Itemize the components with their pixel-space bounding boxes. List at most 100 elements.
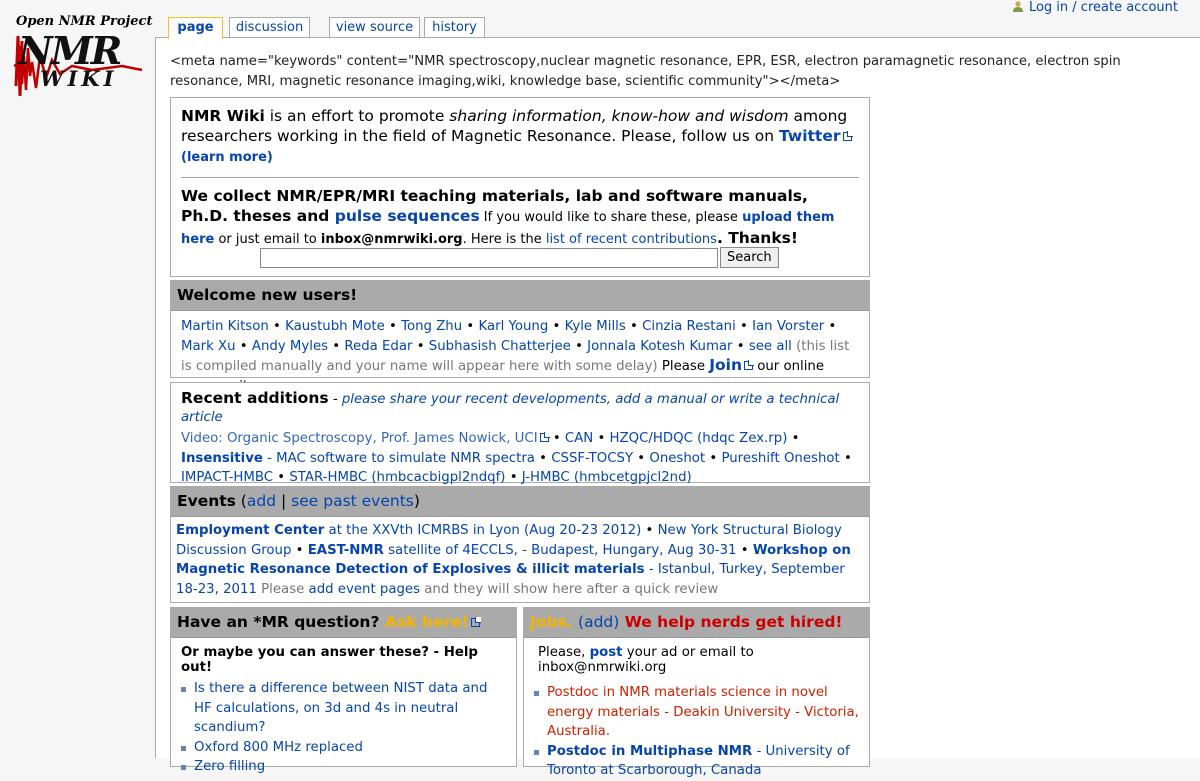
events-body: Employment Center at the XXVth ICMRBS in… (176, 523, 851, 597)
contributions-link[interactable]: list of recent contributions (546, 232, 717, 247)
cssf-tocsy-link[interactable]: CSSF-TOCSY (551, 451, 633, 466)
add-job-link[interactable]: (add) (578, 613, 619, 631)
recent-additions-box: Recent additions - please share your rec… (170, 382, 870, 485)
user-icon (1012, 1, 1023, 12)
learn-more-link[interactable]: (learn more) (181, 150, 273, 165)
here-is-text: . Here is the (462, 232, 546, 247)
video-link[interactable]: Video: Organic Spectroscopy, Prof. James… (181, 431, 549, 446)
events-box: Events (add | see past events) Employmen… (170, 486, 870, 603)
user-link[interactable]: Mark Xu (181, 339, 236, 354)
user-link[interactable]: Martin Kitson (181, 319, 269, 334)
welcome-title: Welcome new users! (171, 281, 869, 311)
qa-header: Have an *MR question? Ask here! (171, 608, 516, 638)
search-form: Search (260, 247, 779, 268)
recent-title: Recent additions - please share your rec… (181, 389, 840, 425)
user-link[interactable]: Ian Vorster (752, 319, 824, 334)
impact-hmbc-link[interactable]: IMPACT-HMBC (181, 470, 273, 485)
events-after-text: and they will show here after a quick re… (420, 581, 719, 597)
join-link[interactable]: Join (709, 356, 753, 374)
content-area: <meta name="keywords" content="NMR spect… (155, 37, 1200, 778)
external-link-icon (470, 618, 480, 627)
employment-center-link[interactable]: Employment Center (176, 523, 324, 538)
user-link[interactable]: Reda Edar (344, 339, 412, 354)
list-item: Is there a difference between NIST data … (181, 679, 508, 738)
jobs-header: Jobs. (add) We help nerds get hired! (524, 608, 869, 638)
question-link[interactable]: Is there a difference between NIST data … (194, 681, 487, 735)
list-item: Postdoc in Multiphase NMR - University o… (534, 742, 861, 781)
collect-paragraph: We collect NMR/EPR/MRI teaching material… (181, 186, 859, 250)
tab-discussion[interactable]: discussion (229, 17, 310, 37)
meta-keywords-text: <meta name="keywords" content="NMR spect… (170, 54, 1121, 89)
pureshift-link[interactable]: Pureshift Oneshot (721, 451, 839, 466)
share-text: If you would like to share these, please (479, 210, 743, 225)
east-nmr-detail[interactable]: satellite of 4ECCLS, - Budapest, Hungary… (384, 543, 736, 558)
user-link[interactable]: Tong Zhu (401, 319, 462, 334)
user-link[interactable]: Cinzia Restani (642, 319, 736, 334)
logo-sub-text: WIKI (40, 66, 118, 91)
job-link[interactable]: Postdoc in Multiphase NMR (547, 744, 752, 759)
external-link-icon (539, 433, 549, 442)
email-text: or just email to (214, 232, 321, 247)
question-link[interactable]: Zero filling (194, 759, 265, 774)
intro-text-1: is an effort to promote (264, 107, 450, 125)
jobs-box: Jobs. (add) We help nerds get hired! Ple… (523, 607, 870, 778)
add-event-link[interactable]: add (247, 492, 276, 510)
recent-body: Video: Organic Spectroscopy, Prof. James… (181, 431, 852, 485)
oneshot-link[interactable]: Oneshot (649, 451, 705, 466)
tab-view-source[interactable]: view source (329, 17, 420, 37)
intro-box: NMR Wiki is an effort to promote sharing… (170, 97, 870, 277)
site-name: NMR Wiki (181, 107, 265, 125)
email-address: inbox@nmrwiki.org (320, 232, 463, 247)
icmrbs-link[interactable]: at the XXVth ICMRBS in Lyon (Aug 20-23 2… (324, 523, 642, 538)
logo-project-text: Open NMR Project (16, 14, 153, 29)
list-item: Zero filling (181, 757, 508, 777)
past-events-link[interactable]: see past events (291, 492, 414, 510)
insensitive-link[interactable]: Insensitive (181, 451, 263, 466)
can-link[interactable]: CAN (565, 431, 593, 446)
user-link[interactable]: Jonnala Kotesh Kumar (587, 339, 732, 354)
jobs-tagline: We help nerds get hired! (619, 613, 843, 631)
intro-paragraph: NMR Wiki is an effort to promote sharing… (181, 106, 859, 168)
tab-history[interactable]: history (424, 17, 485, 37)
east-nmr-link[interactable]: EAST-NMR (308, 543, 384, 558)
intro-divider (181, 177, 859, 178)
tab-page[interactable]: page (168, 17, 223, 39)
j-hmbc-link[interactable]: J-HMBC (hmbcetgpjcl2nd) (522, 470, 692, 485)
jobs-list: Postdoc in NMR materials science in nove… (524, 683, 869, 781)
user-link[interactable]: Subhasish Chatterjee (429, 339, 571, 354)
question-box: Have an *MR question? Ask here! Or maybe… (170, 607, 517, 774)
twitter-link[interactable]: Twitter (779, 127, 852, 145)
see-all-link[interactable]: see all (749, 339, 792, 354)
intro-emphasis: sharing information, know-how and wisdom (449, 107, 789, 125)
login-link[interactable]: Log in / create account (1029, 0, 1178, 15)
job-link[interactable]: Postdoc in NMR materials science in nove… (547, 685, 859, 739)
external-link-icon (744, 361, 753, 370)
events-please: Please (256, 581, 309, 597)
thanks-text: . Thanks! (716, 229, 798, 247)
qa-subtitle: Or maybe you can answer these? - Help ou… (181, 645, 478, 675)
question-link[interactable]: Oxford 800 MHz replaced (194, 740, 363, 755)
user-link[interactable]: Kyle Mills (565, 319, 626, 334)
ask-here-link[interactable]: Ask here! (385, 613, 480, 631)
search-input[interactable] (260, 247, 718, 268)
hzqc-link[interactable]: HZQC/HDQC (hdqc Zex.rp) (610, 431, 788, 446)
user-link[interactable]: Kaustubh Mote (285, 319, 385, 334)
please-text: Please (657, 359, 710, 374)
star-hmbc-link[interactable]: STAR-HMBC (hmbcacbigpl2ndqf) (289, 470, 505, 485)
question-list: Is there a difference between NIST data … (171, 679, 516, 777)
personal-tools: Log in / create account (1012, 0, 1178, 15)
welcome-box: Welcome new users! Martin Kitson • Kaust… (170, 280, 870, 394)
search-button[interactable]: Search (720, 247, 779, 268)
list-item: Postdoc in NMR materials science in nove… (534, 683, 861, 742)
external-link-icon (842, 132, 852, 141)
pulse-sequences-link[interactable]: pulse sequences (335, 207, 480, 225)
site-logo[interactable]: Open NMR Project NMR WIKI (12, 14, 152, 97)
user-link[interactable]: Karl Young (478, 319, 548, 334)
add-event-pages-link[interactable]: add event pages (309, 582, 421, 597)
post-link[interactable]: post (590, 645, 623, 660)
list-item: Oxford 800 MHz replaced (181, 738, 508, 758)
jobs-link[interactable]: Jobs. (530, 613, 573, 631)
jobs-subtitle: Please, post your ad or email to inbox@n… (538, 645, 754, 675)
mac-text[interactable]: - MAC software to simulate NMR spectra (263, 451, 535, 466)
user-link[interactable]: Andy Myles (252, 339, 328, 354)
